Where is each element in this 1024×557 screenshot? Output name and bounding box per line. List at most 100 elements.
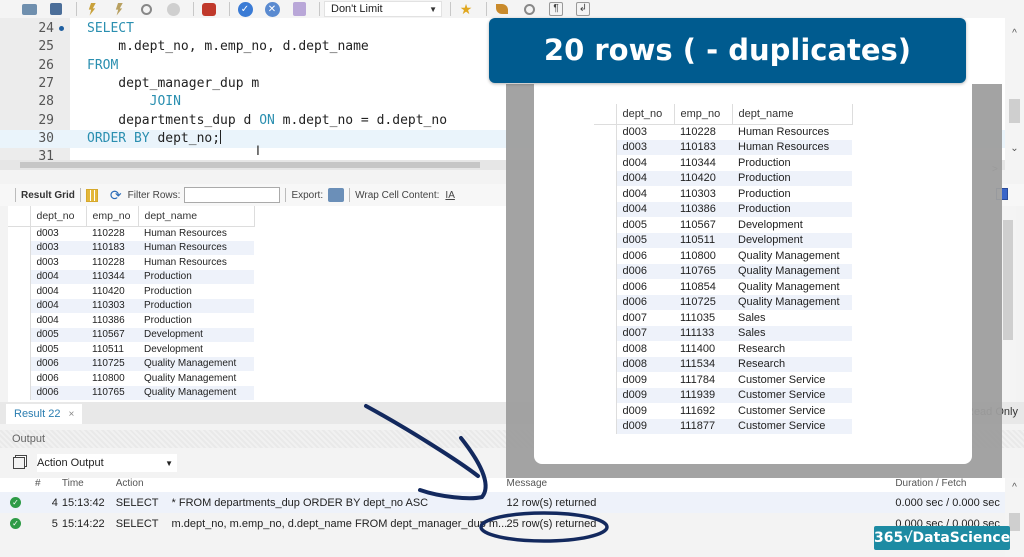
cell-dept-name[interactable]: Customer Service xyxy=(732,372,852,388)
row-header[interactable] xyxy=(8,269,31,284)
cell-dept-name[interactable]: Development xyxy=(138,342,254,357)
row-header[interactable] xyxy=(594,217,617,233)
row-header[interactable] xyxy=(8,327,31,342)
cell-dept-no[interactable]: d008 xyxy=(616,341,674,357)
column-header-emp-no[interactable]: emp_no xyxy=(674,104,733,125)
scroll-up-icon[interactable]: ^ xyxy=(1005,28,1024,39)
cell-emp-no[interactable]: 111133 xyxy=(674,325,732,341)
cell-dept-no[interactable]: d003 xyxy=(616,124,674,140)
row-header[interactable] xyxy=(594,279,617,295)
cell-dept-name[interactable]: Development xyxy=(138,327,254,342)
cell-dept-no[interactable]: d003 xyxy=(30,226,86,241)
cell-dept-name[interactable]: Customer Service xyxy=(732,387,852,403)
row-header[interactable] xyxy=(594,124,617,140)
column-header-emp-no[interactable]: emp_no xyxy=(86,206,139,227)
cell-emp-no[interactable]: 110800 xyxy=(674,248,732,264)
refresh-icon[interactable]: ⟳ xyxy=(110,187,122,204)
cell-dept-name[interactable]: Production xyxy=(732,186,852,202)
cell-emp-no[interactable]: 111877 xyxy=(674,418,732,434)
cell-dept-no[interactable]: d006 xyxy=(616,279,674,295)
result-tab[interactable]: Result 22 × xyxy=(6,404,83,424)
row-header[interactable] xyxy=(594,387,617,403)
cell-dept-name[interactable]: Quality Management xyxy=(138,371,254,386)
table-row[interactable]: d005 110511 Development xyxy=(8,342,254,357)
row-limit-select[interactable]: Don't Limit ▼ xyxy=(324,1,442,17)
table-row[interactable]: d007 111035 Sales xyxy=(594,310,852,326)
cell-emp-no[interactable]: 110344 xyxy=(674,155,732,171)
cell-emp-no[interactable]: 110228 xyxy=(86,226,138,241)
cell-emp-no[interactable]: 111939 xyxy=(674,387,732,403)
execute-button[interactable] xyxy=(81,1,103,17)
stop-button[interactable] xyxy=(162,1,184,17)
result-grid-label[interactable]: Result Grid xyxy=(21,190,75,201)
cell-dept-no[interactable]: d003 xyxy=(30,240,86,255)
table-row[interactable]: d004 110420 Production xyxy=(594,170,852,186)
result-grid-scrollbar[interactable] xyxy=(1000,206,1016,402)
cell-emp-no[interactable]: 110567 xyxy=(86,327,138,342)
cell-dept-name[interactable]: Production xyxy=(732,170,852,186)
filter-rows-input[interactable] xyxy=(184,187,281,203)
cell-emp-no[interactable]: 110183 xyxy=(674,139,732,155)
scroll-up-icon[interactable]: ^ xyxy=(1005,482,1024,493)
row-header[interactable] xyxy=(8,226,31,241)
cell-dept-no[interactable]: d004 xyxy=(30,313,86,328)
row-header[interactable] xyxy=(594,186,617,202)
cell-dept-name[interactable]: Customer Service xyxy=(732,403,852,419)
cell-dept-name[interactable]: Production xyxy=(732,155,852,171)
cell-dept-name[interactable]: Development xyxy=(732,232,852,248)
table-row[interactable]: d004 110303 Production xyxy=(594,186,852,202)
row-header[interactable] xyxy=(8,240,31,255)
table-row[interactable]: d004 110386 Production xyxy=(8,313,254,328)
row-header[interactable] xyxy=(594,294,617,310)
row-header[interactable] xyxy=(8,371,31,386)
row-header[interactable] xyxy=(8,284,31,299)
table-row[interactable]: d009 111784 Customer Service xyxy=(594,372,852,388)
cell-emp-no[interactable]: 111534 xyxy=(674,356,732,372)
toggle-error-button[interactable] xyxy=(198,1,220,17)
close-icon[interactable]: × xyxy=(69,409,75,420)
table-row[interactable]: d005 110567 Development xyxy=(594,217,852,233)
cell-emp-no[interactable]: 110344 xyxy=(86,269,138,284)
output-row[interactable]: ✓ 5 15:14:22 SELECT m.dept_no, m.emp_no, d.d… xyxy=(0,513,1005,534)
row-header[interactable] xyxy=(8,385,31,400)
cell-dept-no[interactable]: d004 xyxy=(616,201,674,217)
execute-current-button[interactable] xyxy=(108,1,130,17)
cell-dept-no[interactable]: d009 xyxy=(616,372,674,388)
word-wrap-button[interactable]: ↲ xyxy=(572,1,594,17)
commit-button[interactable]: ✓ xyxy=(234,1,256,17)
cell-dept-no[interactable]: d006 xyxy=(616,294,674,310)
table-row[interactable]: d006 110725 Quality Management xyxy=(594,294,852,310)
cell-emp-no[interactable]: 110511 xyxy=(674,232,732,248)
cell-dept-no[interactable]: d005 xyxy=(616,232,674,248)
row-header[interactable] xyxy=(594,310,617,326)
cell-dept-no[interactable]: d006 xyxy=(30,385,86,400)
table-row[interactable]: d009 111877 Customer Service xyxy=(594,418,852,434)
cell-emp-no[interactable]: 110420 xyxy=(674,170,732,186)
cell-dept-name[interactable]: Production xyxy=(732,201,852,217)
cell-dept-name[interactable]: Research xyxy=(732,356,852,372)
column-header-dept-no[interactable]: dept_no xyxy=(30,206,87,227)
beautify-button[interactable] xyxy=(491,1,513,17)
table-row[interactable]: d003 110183 Human Resources xyxy=(594,139,852,155)
cell-dept-no[interactable]: d009 xyxy=(616,418,674,434)
row-header[interactable] xyxy=(594,170,617,186)
cell-dept-name[interactable]: Human Resources xyxy=(732,124,852,140)
table-row[interactable]: d006 110765 Quality Management xyxy=(8,385,254,400)
row-header[interactable] xyxy=(594,325,617,341)
cell-emp-no[interactable]: 110420 xyxy=(86,284,138,299)
row-header[interactable] xyxy=(594,418,617,434)
wrap-cell-icon[interactable]: IA xyxy=(445,190,454,201)
open-file-button[interactable] xyxy=(18,1,40,17)
table-row[interactable]: d003 110228 Human Resources xyxy=(8,226,254,241)
save-button[interactable] xyxy=(45,1,67,17)
cell-dept-name[interactable]: Sales xyxy=(732,310,852,326)
table-row[interactable]: d006 110800 Quality Management xyxy=(8,371,254,386)
cell-dept-name[interactable]: Quality Management xyxy=(732,294,852,310)
cell-dept-name[interactable]: Quality Management xyxy=(732,263,852,279)
cell-emp-no[interactable]: 111692 xyxy=(674,403,732,419)
cell-dept-no[interactable]: d005 xyxy=(616,217,674,233)
cell-dept-name[interactable]: Human Resources xyxy=(138,255,254,270)
cell-dept-name[interactable]: Production xyxy=(138,298,254,313)
column-header-dept-no[interactable]: dept_no xyxy=(616,104,675,125)
table-row[interactable]: d004 110344 Production xyxy=(594,155,852,171)
